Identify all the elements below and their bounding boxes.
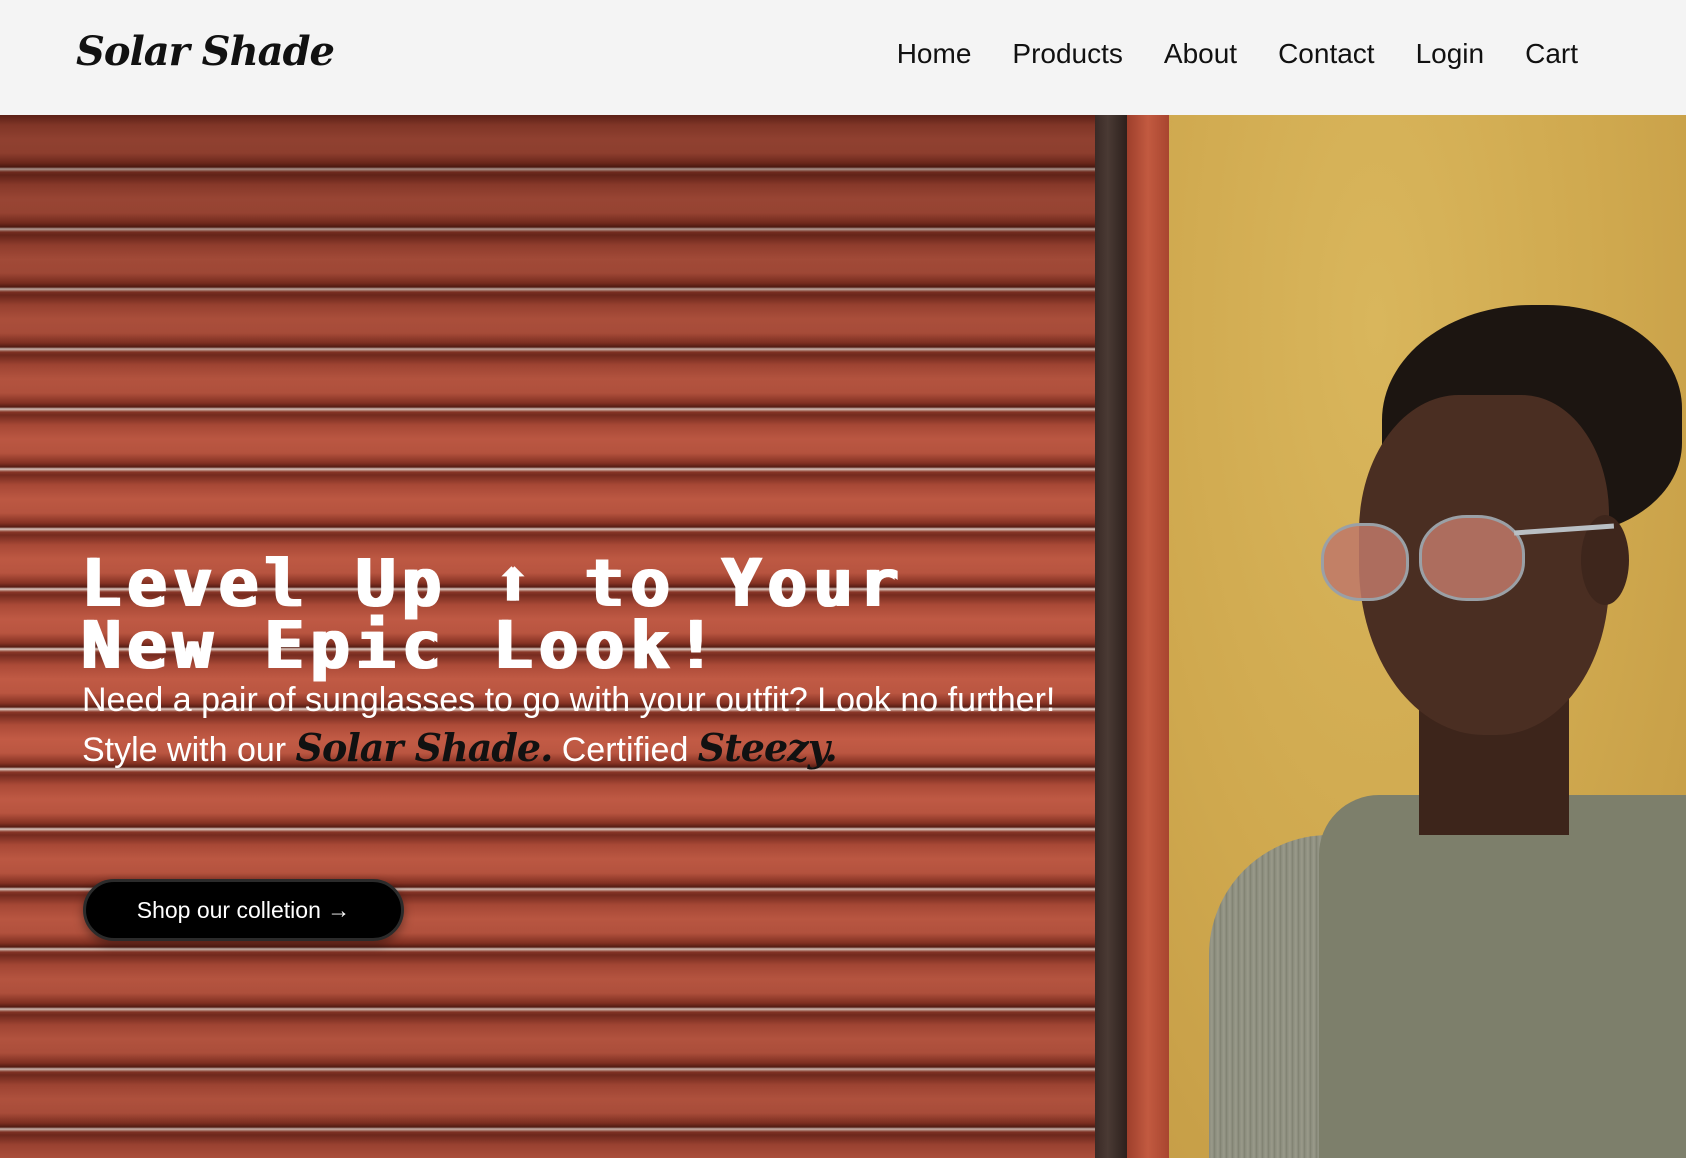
nav-link-login[interactable]: Login: [1416, 38, 1485, 70]
nav-link-about[interactable]: About: [1164, 38, 1237, 70]
hero-headline-line2: New Epic Look!: [80, 607, 721, 684]
hero-headline: Level Up ⬆ to Your New Epic Look!: [80, 551, 1180, 679]
subtext-brand: Solar Shade.: [295, 725, 554, 770]
nav-link-cart[interactable]: Cart: [1525, 38, 1578, 70]
sunglasses-lens-left: [1321, 523, 1409, 601]
subtext-prefix: Style with our: [82, 731, 296, 769]
nav-link-products[interactable]: Products: [1012, 38, 1123, 70]
hero-subtext-line2: Style with our Solar Shade. Certified St…: [82, 724, 1182, 774]
person-wearing-sunglasses-image: [1169, 115, 1686, 1158]
hero-subtext: Need a pair of sunglasses to go with you…: [82, 676, 1182, 774]
brand-logo[interactable]: Solar Shade: [76, 28, 335, 75]
nav-link-contact[interactable]: Contact: [1278, 38, 1375, 70]
subtext-mid: Certified: [552, 731, 698, 769]
shop-collection-button[interactable]: Shop our colletion →: [83, 879, 404, 941]
shirt-shape: [1319, 795, 1686, 1158]
subtext-steezy: Steezy.: [697, 725, 838, 770]
sunglasses-lens-right: [1419, 515, 1525, 601]
main-nav: Home Products About Contact Login Cart: [897, 38, 1578, 70]
top-navbar: Solar Shade Home Products About Contact …: [0, 0, 1686, 115]
nav-link-home[interactable]: Home: [897, 38, 972, 70]
hero-subtext-line1: Need a pair of sunglasses to go with you…: [82, 681, 1056, 719]
